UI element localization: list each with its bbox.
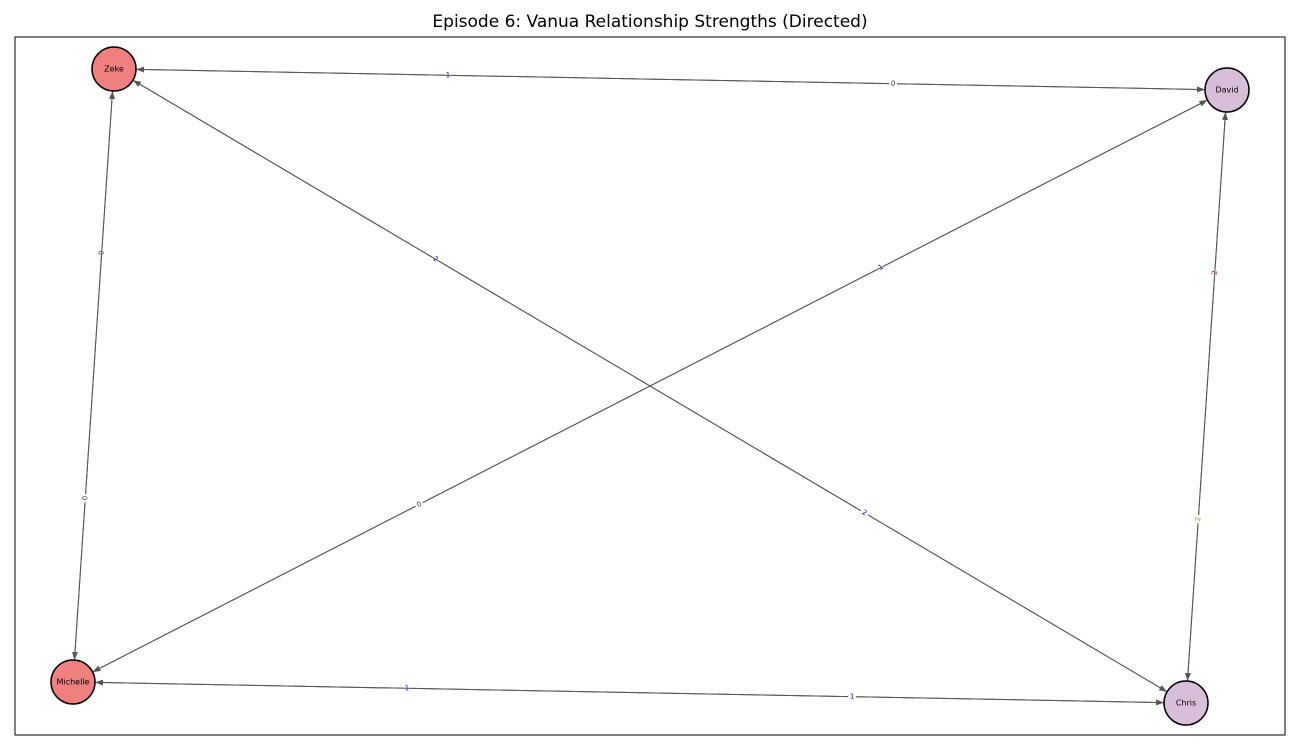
node-label: David [1215, 86, 1238, 95]
edge-label-michelle-to-chris: 1 [850, 693, 855, 701]
node-michelle[interactable]: Michelle [50, 659, 96, 705]
edge-michelle-to-chris [94, 681, 1165, 706]
node-zeke[interactable]: Zeke [91, 46, 137, 92]
node-david[interactable]: David [1204, 67, 1250, 113]
edge-david-to-chris [1185, 111, 1227, 682]
node-label: Zeke [104, 65, 124, 74]
edge-label-zeke-to-david: 0 [891, 80, 896, 88]
edge-zeke-to-michelle [72, 90, 114, 661]
edge-zeke-to-david [135, 68, 1206, 93]
node-chris[interactable]: Chris [1163, 680, 1209, 726]
edge-label-zeke-to-michelle: 0 [81, 496, 89, 501]
edge-david-to-michelle [92, 99, 1208, 672]
node-label: Chris [1176, 699, 1196, 708]
edge-label-david-to-chris: 2 [1194, 517, 1202, 522]
edges-layer: 10002210-2211 [72, 66, 1228, 706]
node-label: Michelle [57, 678, 90, 687]
relationship-graph: 10002210-2211 ZekeDavidMichelleChris [14, 36, 1286, 736]
